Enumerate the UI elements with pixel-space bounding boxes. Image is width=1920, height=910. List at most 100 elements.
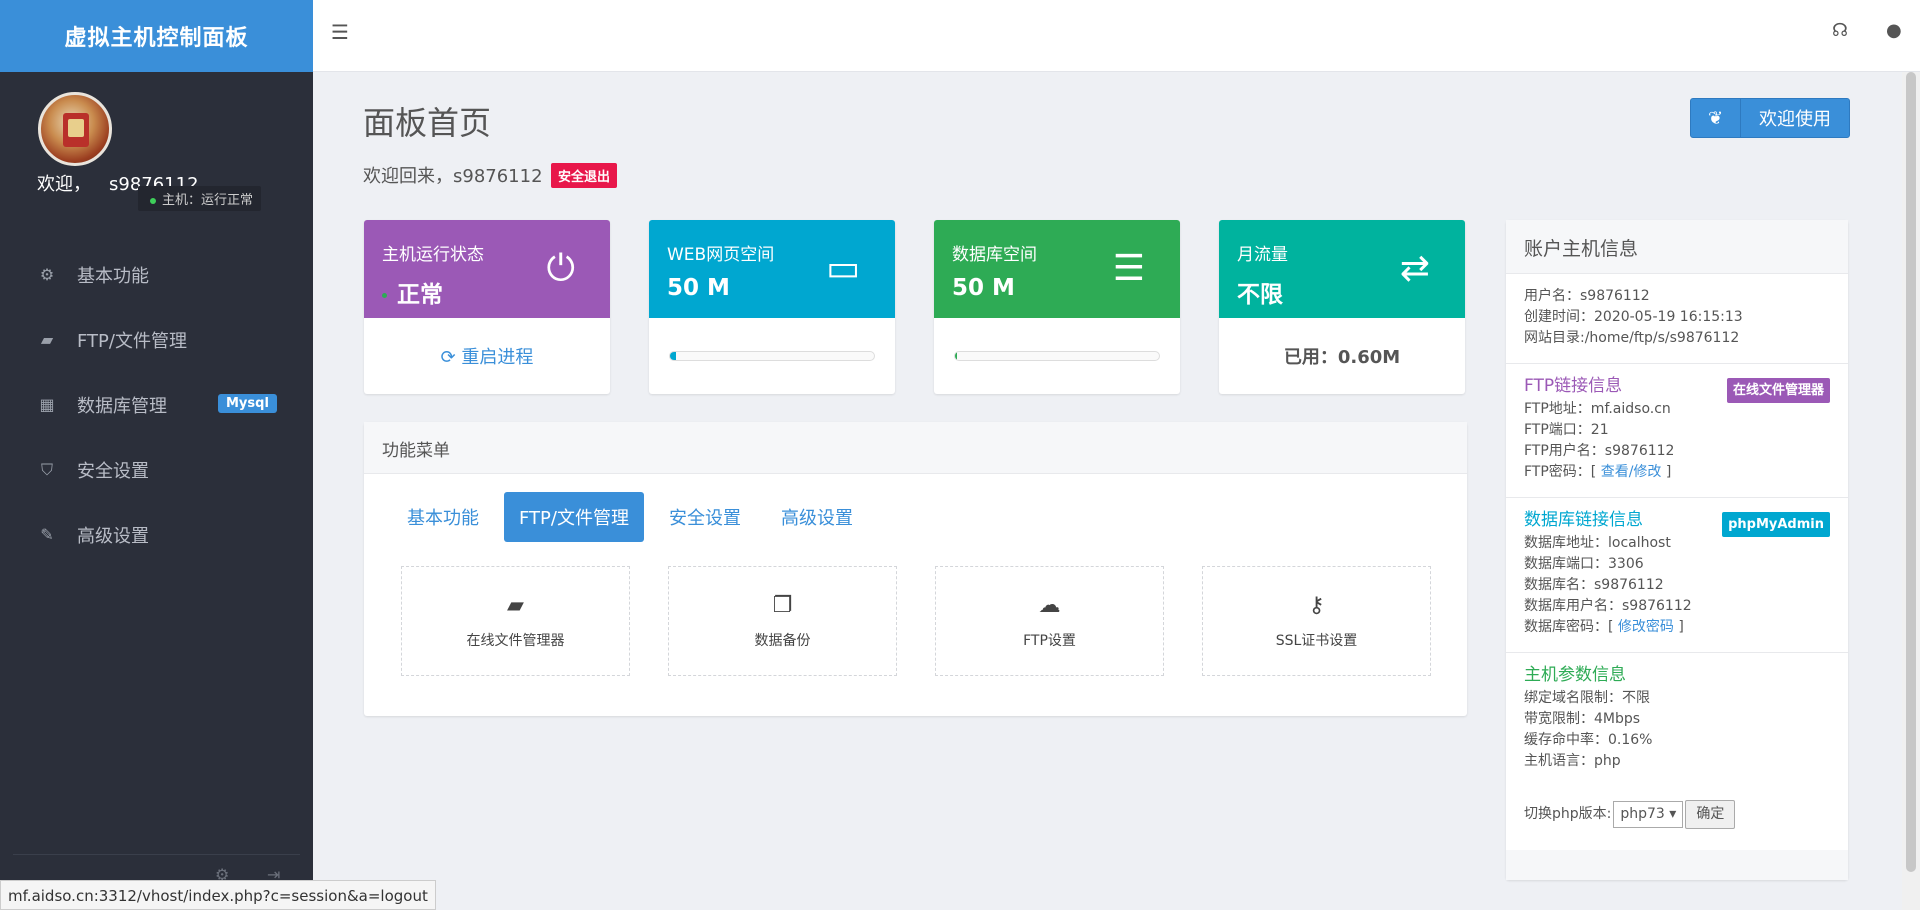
edit-icon: ✎	[40, 525, 54, 544]
sidebar-item-advanced[interactable]: ✎ 高级设置	[0, 502, 313, 567]
folder-open-icon: ▰	[507, 592, 524, 618]
info-line: 主机语言：php	[1524, 753, 1621, 769]
tile-label: FTP设置	[1023, 632, 1076, 649]
php-version-row: 切换php版本: php73 ▾ 确定	[1524, 800, 1830, 829]
hdd-icon: ▭	[825, 248, 860, 289]
file-manager-tag-button[interactable]: 在线文件管理器	[1726, 378, 1830, 403]
info-line: 创建时间：2020-05-19 16:15:13	[1524, 309, 1743, 325]
folder-open-icon: ▰	[40, 330, 54, 349]
gears-icon: ⚙	[39, 265, 55, 284]
sidebar-item-database[interactable]: ▦ 数据库管理 Mysql	[0, 372, 313, 437]
info-line: 网站目录:/home/ftp/s/s9876112	[1524, 330, 1740, 346]
db-section: 数据库链接信息 phpMyAdmin 数据库地址：localhost 数据库端口…	[1506, 498, 1848, 653]
host-status-badge: 主机：运行正常	[138, 186, 262, 211]
web-space-progress	[669, 351, 875, 361]
mysql-badge: Mysql	[218, 394, 277, 413]
info-line: 绑定域名限制：不限	[1524, 690, 1650, 706]
card-body	[649, 318, 895, 394]
sidebar-item-basic[interactable]: ⚙ 基本功能	[0, 242, 313, 307]
card-web-space: WEB网页空间 50 M ▭	[649, 220, 895, 394]
info-line: FTP用户名：s9876112	[1524, 443, 1675, 459]
sidebar-item-label: 基本功能	[77, 265, 149, 287]
account-info-panel: 账户主机信息 用户名：s9876112 创建时间：2020-05-19 16:1…	[1506, 220, 1848, 880]
tile-label: 数据备份	[754, 632, 811, 649]
card-body	[934, 318, 1180, 394]
refresh-icon: ⟳	[440, 347, 456, 368]
status-dot-icon	[150, 197, 156, 204]
card-value-text: 正常	[397, 282, 443, 308]
tile-data-backup[interactable]: ❐ 数据备份	[668, 566, 897, 676]
table-icon: ▦	[39, 395, 55, 414]
ftp-password-label: FTP密码：[	[1524, 464, 1601, 480]
power-icon: ⏻	[546, 248, 575, 289]
avatar	[38, 92, 112, 166]
tile-label: 在线文件管理器	[466, 632, 565, 649]
tile-file-manager[interactable]: ▰ 在线文件管理器	[401, 566, 630, 676]
sidebar: 虚拟主机控制面板 欢迎， s9876112 主机：运行正常 ⚙ 基本功能 ▰ FTP/…	[0, 0, 313, 910]
progress-fill	[670, 352, 677, 360]
bracket-end: ]	[1661, 464, 1672, 480]
tab-ftp[interactable]: FTP/文件管理	[504, 492, 644, 542]
db-password-label: 数据库密码：[	[1524, 619, 1618, 635]
phpmyadmin-tag-button[interactable]: phpMyAdmin	[1722, 512, 1830, 537]
bracket-end: ]	[1673, 619, 1684, 635]
traffic-used: 已用：0.60M	[1283, 347, 1401, 368]
sidebar-item-label: FTP/文件管理	[77, 330, 187, 352]
card-head: WEB网页空间 50 M ▭	[649, 220, 895, 318]
card-body: ⟳ 重启进程	[364, 318, 610, 394]
sidebar-item-ftp[interactable]: ▰ FTP/文件管理	[0, 307, 313, 372]
card-head: 主机运行状态 正常 ⏻	[364, 220, 610, 318]
ftp-section: FTP链接信息 在线文件管理器 FTP地址：mf.aidso.cn FTP端口：…	[1506, 364, 1848, 498]
params-section-title: 主机参数信息	[1524, 665, 1626, 685]
tab-security[interactable]: 安全设置	[654, 492, 756, 542]
php-version-select[interactable]: php73 ▾	[1613, 801, 1684, 828]
tab-basic[interactable]: 基本功能	[392, 492, 494, 542]
tile-ftp-settings[interactable]: ☁ FTP设置	[935, 566, 1164, 676]
params-section: 主机参数信息 绑定域名限制：不限 带宽限制：4Mbps 缓存命中率：0.16% …	[1506, 653, 1848, 843]
db-password-link[interactable]: 修改密码	[1618, 619, 1674, 635]
db-password-line: 数据库密码：[ 修改密码 ]	[1524, 617, 1830, 638]
restart-process-button[interactable]: ⟳ 重启进程	[441, 343, 534, 369]
card-db-space: 数据库空间 50 M ☰	[934, 220, 1180, 394]
db-space-progress	[954, 351, 1160, 361]
info-line: 数据库名：s9876112	[1524, 577, 1664, 593]
user-icon[interactable]: ●	[1886, 20, 1902, 41]
page-title: 面板首页	[363, 104, 492, 142]
menu-toggle-icon[interactable]: ☰	[331, 20, 349, 44]
status-dot-icon	[382, 293, 387, 298]
welcome-back-text: 欢迎回来，s9876112	[363, 166, 543, 187]
card-head: 数据库空间 50 M ☰	[934, 220, 1180, 318]
ftp-password-link[interactable]: 查看/修改	[1601, 464, 1662, 480]
restart-label: 重启进程	[461, 347, 534, 368]
host-status-text: 主机：运行正常	[162, 193, 254, 208]
sidebar-item-label: 数据库管理	[77, 395, 167, 417]
confirm-button[interactable]: 确定	[1685, 800, 1736, 829]
sidebar-item-label: 安全设置	[77, 460, 149, 482]
brand-title[interactable]: 虚拟主机控制面板	[0, 0, 313, 72]
php-version-label: 切换php版本:	[1524, 806, 1612, 822]
tile-ssl-settings[interactable]: ⚷ SSL证书设置	[1202, 566, 1431, 676]
card-head: 月流量 不限 ⇄	[1219, 220, 1465, 318]
account-info-title: 账户主机信息	[1506, 220, 1848, 274]
sidebar-item-security[interactable]: ⛉ 安全设置	[0, 437, 313, 502]
leaf-icon: ❦	[1691, 99, 1741, 137]
card-host-status: 主机运行状态 正常 ⏻ ⟳ 重启进程	[364, 220, 610, 394]
database-icon: ☰	[1112, 248, 1145, 289]
headset-icon[interactable]: ☊	[1832, 20, 1848, 41]
scrollbar-thumb[interactable]	[1906, 72, 1916, 872]
card-body: 已用：0.60M	[1219, 318, 1465, 394]
info-line: FTP端口：21	[1524, 422, 1609, 438]
info-line: 缓存命中率：0.16%	[1524, 732, 1653, 748]
sidebar-nav: ⚙ 基本功能 ▰ FTP/文件管理 ▦ 数据库管理 Mysql ⛉ 安全设置 ✎ 高级设置	[0, 242, 313, 567]
welcome-button[interactable]: ❦ 欢迎使用	[1690, 98, 1850, 138]
info-line: 带宽限制：4Mbps	[1524, 711, 1641, 727]
page-scrollbar[interactable]	[1902, 72, 1920, 910]
tile-label: SSL证书设置	[1275, 632, 1358, 649]
welcome-button-label: 欢迎使用	[1759, 109, 1831, 130]
tab-advanced[interactable]: 高级设置	[766, 492, 868, 542]
logout-button[interactable]: 安全退出	[551, 163, 618, 188]
info-panel-footer	[1506, 850, 1848, 880]
top-bar: ☰ ☊ ●	[313, 0, 1920, 72]
info-line: 数据库用户名：s9876112	[1524, 598, 1692, 614]
ftp-password-line: FTP密码：[ 查看/修改 ]	[1524, 462, 1830, 483]
